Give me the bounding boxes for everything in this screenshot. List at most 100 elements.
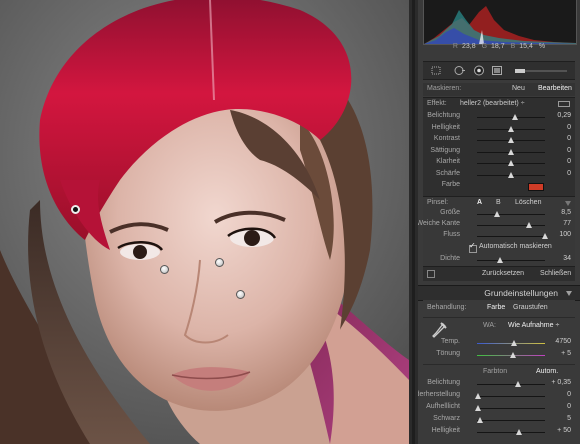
slider-track[interactable] [477,148,545,155]
farbe-label: Farbe [441,181,460,188]
slider-track[interactable] [477,114,545,120]
slider-value[interactable]: 0 [567,391,571,398]
slider-track[interactable] [477,137,545,143]
toggle-icon[interactable] [427,270,435,278]
close-button[interactable]: Schließen [540,270,571,277]
slider-track[interactable] [477,381,545,387]
basic-panel-header[interactable]: Grundeinstellungen [418,285,580,301]
brush-b-button[interactable]: B [496,199,501,206]
slider-value[interactable]: 0 [567,170,571,177]
slider-row-temp[interactable]: Temp. 4750 [423,338,575,349]
slider-track[interactable] [477,171,545,178]
slider-knob[interactable] [508,160,514,166]
slider-knob[interactable] [497,257,504,263]
collapse-icon[interactable] [565,201,571,206]
slider-track[interactable] [477,222,545,228]
effect-preset-select[interactable]: heller2 (bearbeitet) ÷ [460,100,525,107]
graduated-filter-icon[interactable] [491,65,503,76]
slider-value[interactable]: 0 [567,135,571,142]
photo-canvas[interactable] [0,0,409,444]
slider-row-toenung[interactable]: Tönung + 5 [423,350,575,361]
treatment-grayscale-button[interactable]: Graustufen [513,304,548,311]
slider-value[interactable]: + 5 [561,350,571,357]
brush-pin[interactable] [160,265,169,274]
wb-select[interactable]: Wie Aufnahme ÷ [508,322,559,329]
slider-knob[interactable] [508,148,514,155]
brush-slider-row[interactable]: Fluss 100 [423,231,575,242]
slider-value[interactable]: 0 [567,403,571,410]
slider-knob[interactable] [508,125,514,132]
effect-slider-row[interactable]: Helligkeit 0 [423,124,575,135]
slider-track[interactable] [477,160,545,166]
slider-value[interactable]: 0 [567,124,571,131]
brush-pin[interactable] [236,290,245,299]
red-eye-icon[interactable] [473,65,485,76]
slider-track[interactable] [477,429,545,435]
slider-value[interactable]: 0,29 [557,112,571,119]
slider-knob[interactable] [511,340,518,346]
slider-value[interactable]: + 0,35 [551,379,571,386]
auto-mask-row[interactable]: ✓ Automatisch maskieren [423,241,575,254]
slider-knob[interactable] [516,429,523,435]
auto-tone-button[interactable]: Autom. [536,368,558,375]
slider-knob[interactable] [514,381,521,387]
slider-track[interactable] [477,340,545,346]
slider-row-dichte[interactable]: Dichte 34 [423,255,575,266]
collapse-triangle-icon[interactable] [566,291,572,296]
effect-slider-row[interactable]: Klarheit 0 [423,158,575,169]
slider-value[interactable]: 4750 [555,338,571,345]
effect-slider-row[interactable]: Schärfe 0 [423,170,575,181]
slider-knob[interactable] [475,393,482,399]
spot-removal-icon[interactable] [453,65,465,76]
slider-track[interactable] [477,257,545,263]
panel-separator[interactable] [409,0,418,444]
slider-knob[interactable] [526,222,533,228]
brush-slider-row[interactable]: Größe 8,5 [423,209,575,220]
effect-slider-row[interactable]: Sättigung 0 [423,147,575,158]
slider-knob[interactable] [477,417,484,423]
treatment-color-button[interactable]: Farbe [487,304,505,311]
slider-value[interactable]: 0 [567,147,571,154]
slider-track[interactable] [477,233,548,239]
slider-value[interactable]: 34 [563,255,571,262]
slider-knob[interactable] [475,405,482,411]
slider-value[interactable]: 5 [567,415,571,422]
slider-knob[interactable] [508,171,514,178]
slider-knob[interactable] [508,137,514,143]
mask-new-button[interactable]: Neu [512,85,525,92]
slider-value[interactable]: + 50 [557,427,571,434]
slider-track[interactable] [477,352,545,358]
slider-knob[interactable] [494,211,501,217]
brush-a-button[interactable]: A [477,199,482,206]
slider-track[interactable] [475,405,545,411]
effect-slider-row[interactable]: Belichtung 0,29 [423,112,575,123]
slider-track[interactable] [477,211,545,217]
slider-value[interactable]: 100 [559,231,571,238]
crop-icon[interactable] [430,65,442,76]
slider-track[interactable] [477,125,545,132]
basic-slider-row[interactable]: Wiederherstellung 0 [418,391,575,402]
slider-value[interactable]: 0 [567,158,571,165]
slider-track[interactable] [475,393,545,399]
brush-erase-button[interactable]: Löschen [515,199,541,206]
slider-knob[interactable] [510,352,517,358]
mask-edit-button[interactable]: Bearbeiten [538,85,572,92]
adjustment-brush-icon[interactable] [513,65,568,76]
farbe-swatch[interactable] [528,183,544,191]
basic-slider-row[interactable]: Belichtung + 0,35 [423,379,575,390]
effect-menu-icon[interactable] [558,101,570,107]
slider-value[interactable]: 77 [563,220,571,227]
basic-slider-row[interactable]: Helligkeit + 50 [423,427,575,438]
develop-panel: R 23,8 G 18,7 B 15,4 % Maskieren: Neu Bearb… [418,0,580,444]
brush-pin-active[interactable] [71,205,80,214]
slider-track[interactable] [477,417,545,423]
brush-slider-row[interactable]: Weiche Kante 77 [418,220,575,231]
basic-slider-row[interactable]: Aufhelllicht 0 [423,403,575,414]
slider-value[interactable]: 8,5 [561,209,571,216]
basic-slider-row[interactable]: Schwarz 5 [423,415,575,426]
brush-pin[interactable] [215,258,224,267]
slider-knob[interactable] [542,233,548,239]
reset-button[interactable]: Zurücksetzen [482,270,524,277]
slider-knob[interactable] [512,114,519,120]
effect-slider-row[interactable]: Kontrast 0 [423,135,575,146]
